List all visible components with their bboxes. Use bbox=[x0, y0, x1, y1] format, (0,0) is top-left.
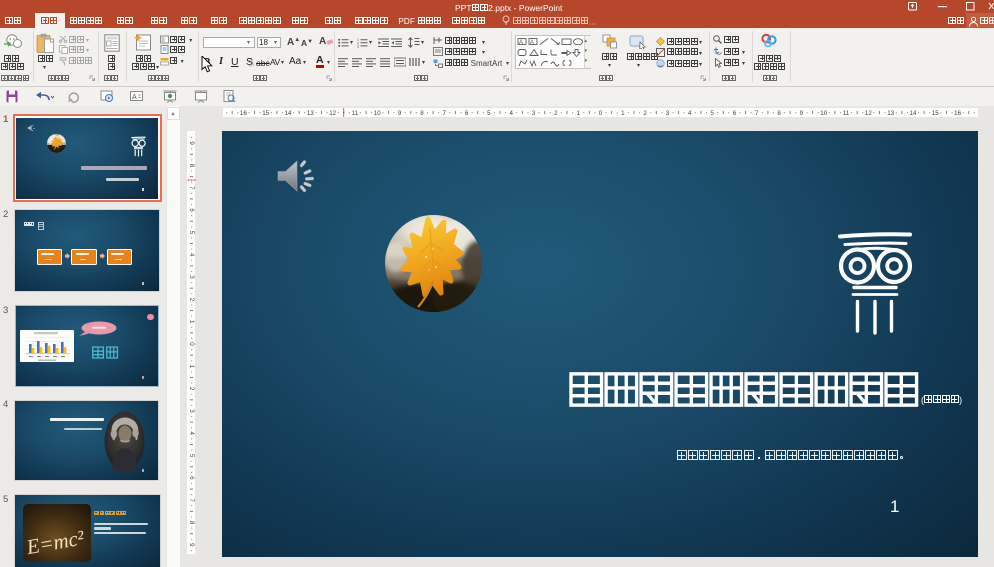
svg-text:8: 8 bbox=[187, 521, 194, 525]
svg-text:A: A bbox=[519, 40, 523, 46]
svg-text:7: 7 bbox=[442, 110, 446, 117]
svg-text:7: 7 bbox=[187, 499, 194, 503]
svg-text:1: 1 bbox=[187, 365, 194, 369]
svg-text:12: 12 bbox=[864, 110, 871, 117]
svg-text:7: 7 bbox=[187, 186, 194, 190]
svg-text:11: 11 bbox=[842, 110, 849, 117]
svg-text:10: 10 bbox=[820, 110, 827, 117]
svg-text:13: 13 bbox=[887, 110, 894, 117]
svg-text:5: 5 bbox=[187, 454, 194, 458]
svg-text:1: 1 bbox=[187, 320, 194, 324]
svg-text:6: 6 bbox=[187, 476, 194, 480]
svg-text:2: 2 bbox=[554, 110, 558, 117]
svg-text:3: 3 bbox=[187, 275, 194, 279]
svg-text:9: 9 bbox=[187, 543, 194, 547]
svg-text:10: 10 bbox=[373, 110, 380, 117]
svg-text:15: 15 bbox=[931, 110, 938, 117]
svg-text:A: A bbox=[132, 94, 137, 101]
svg-text:16: 16 bbox=[239, 110, 246, 117]
svg-text:3: 3 bbox=[665, 110, 669, 117]
svg-text:11: 11 bbox=[351, 110, 358, 117]
svg-text:2: 2 bbox=[187, 298, 194, 302]
svg-text:A: A bbox=[530, 40, 534, 46]
svg-text:0: 0 bbox=[187, 342, 194, 346]
svg-text:13: 13 bbox=[306, 110, 313, 117]
svg-text:8: 8 bbox=[420, 110, 424, 117]
svg-text:2: 2 bbox=[643, 110, 647, 117]
svg-text:6: 6 bbox=[187, 208, 194, 212]
svg-text:5: 5 bbox=[487, 110, 491, 117]
svg-text:9: 9 bbox=[799, 110, 803, 117]
svg-text:8: 8 bbox=[777, 110, 781, 117]
svg-text:2: 2 bbox=[187, 387, 194, 391]
svg-text:1: 1 bbox=[621, 110, 625, 117]
svg-text:14: 14 bbox=[284, 110, 291, 117]
svg-text:4: 4 bbox=[187, 253, 194, 257]
svg-text:6: 6 bbox=[464, 110, 468, 117]
svg-text:12: 12 bbox=[329, 110, 336, 117]
svg-text:4: 4 bbox=[187, 432, 194, 436]
svg-text:5: 5 bbox=[187, 231, 194, 235]
svg-text:15: 15 bbox=[262, 110, 269, 117]
svg-text:0: 0 bbox=[598, 110, 602, 117]
svg-text:3: 3 bbox=[187, 409, 194, 413]
svg-text:9: 9 bbox=[187, 141, 194, 145]
svg-text:16: 16 bbox=[954, 110, 961, 117]
svg-text:5: 5 bbox=[710, 110, 714, 117]
svg-text:3: 3 bbox=[531, 110, 535, 117]
svg-text:8: 8 bbox=[187, 164, 194, 168]
svg-text:4: 4 bbox=[509, 110, 513, 117]
svg-text:1: 1 bbox=[576, 110, 580, 117]
svg-text:7: 7 bbox=[755, 110, 759, 117]
svg-text:9: 9 bbox=[397, 110, 401, 117]
svg-text:3: 3 bbox=[357, 45, 359, 48]
svg-text:6: 6 bbox=[732, 110, 736, 117]
svg-text:14: 14 bbox=[909, 110, 916, 117]
svg-text:4: 4 bbox=[688, 110, 692, 117]
